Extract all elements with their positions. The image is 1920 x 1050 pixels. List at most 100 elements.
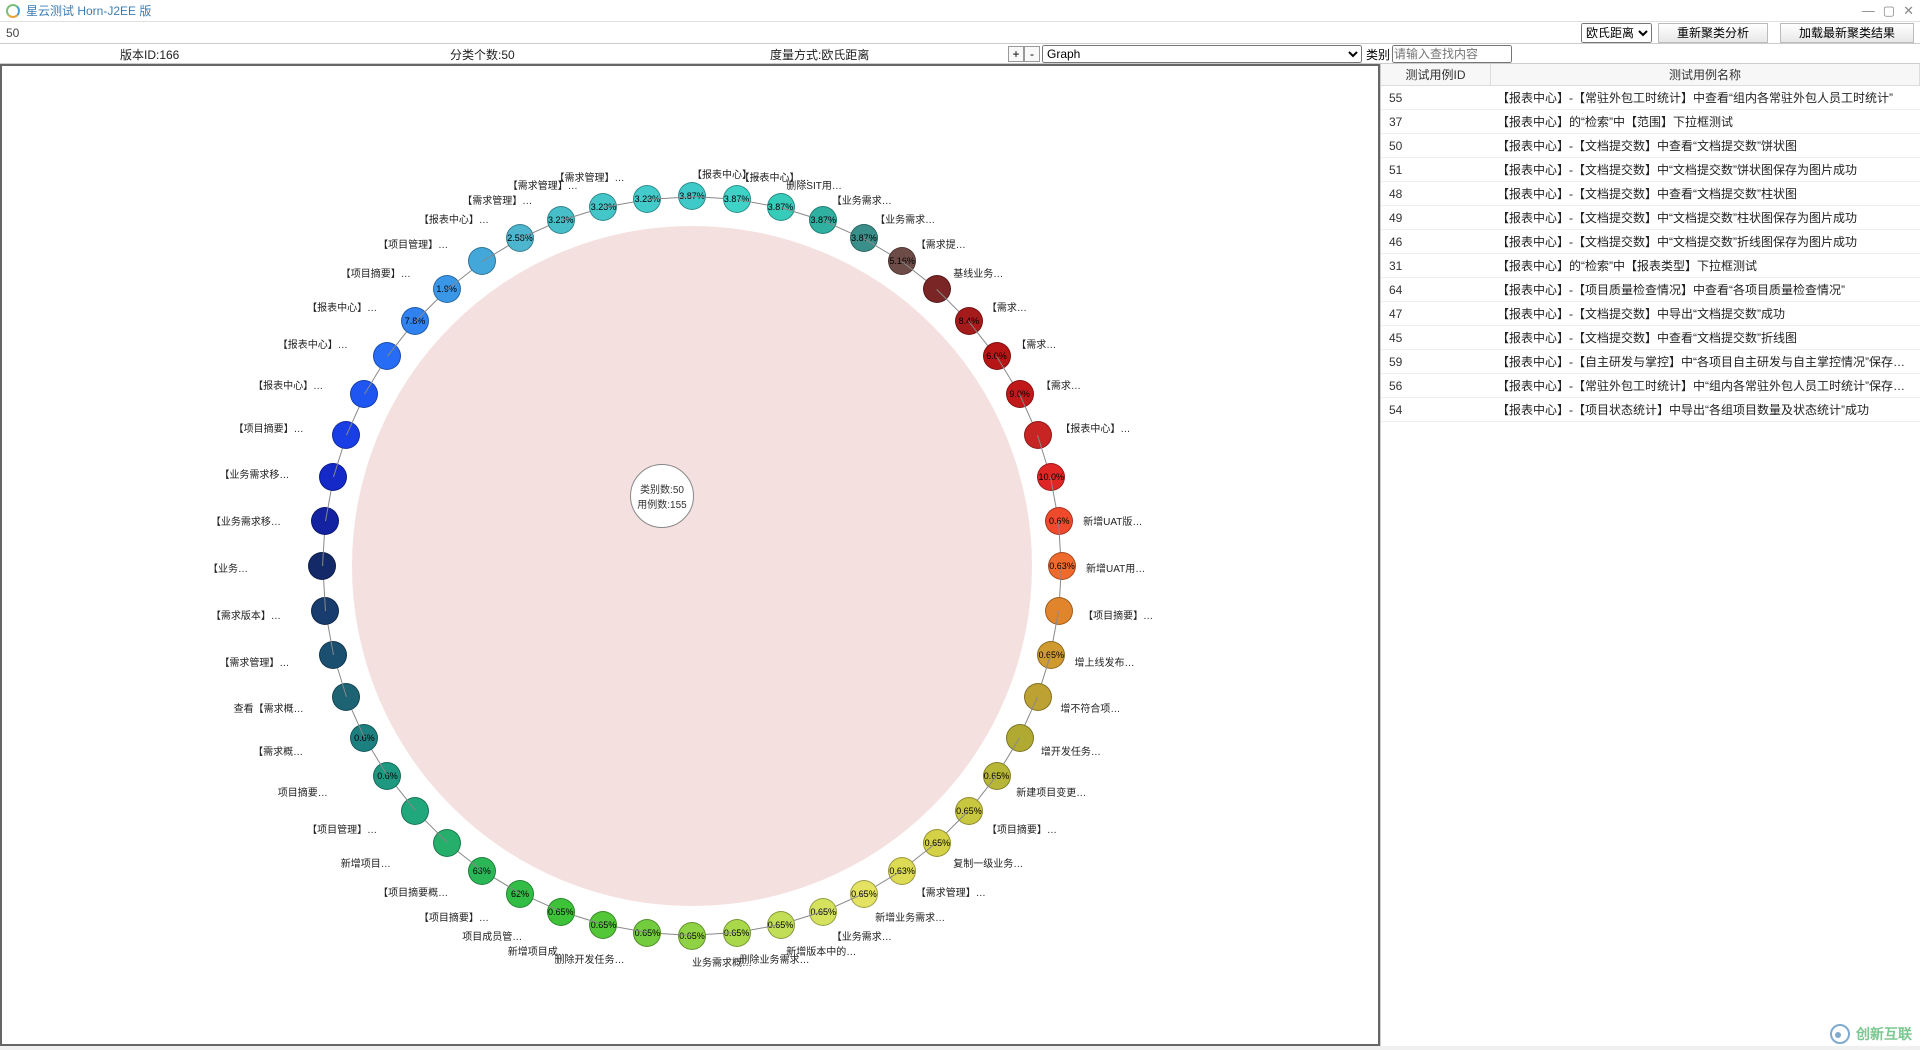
cluster-node-label: 【项目摘要】…	[987, 821, 1057, 836]
info-bar: 版本ID:166 分类个数:50 度量方式:欧氏距离 + - Graph 类别	[0, 44, 1920, 64]
cell-name: 【报表中心】-【文档提交数】中查看“文档提交数”折线图	[1491, 329, 1920, 346]
search-input[interactable]	[1392, 45, 1512, 63]
zoom-in-button[interactable]: +	[1008, 46, 1024, 62]
cell-name: 【报表中心】-【文档提交数】中查看“文档提交数”饼状图	[1491, 137, 1920, 154]
center-classcount: 类别数:50	[640, 481, 684, 496]
cluster-node[interactable]: 0.65%	[1037, 641, 1065, 669]
cluster-node-label: 新增项目…	[341, 855, 391, 870]
cell-name: 【报表中心】的“检索”中【范围】下拉框测试	[1491, 113, 1920, 130]
graph-mode-select[interactable]: Graph	[1042, 45, 1362, 63]
cluster-node-label: 【业务需求…	[832, 192, 892, 207]
cluster-node-label: 【需求管理】…	[916, 884, 986, 899]
table-row[interactable]: 50【报表中心】-【文档提交数】中查看“文档提交数”饼状图	[1381, 134, 1920, 158]
cell-name: 【报表中心】-【文档提交数】中“文档提交数”饼状图保存为图片成功	[1491, 161, 1920, 178]
search-label: 类别	[1366, 46, 1390, 63]
cluster-node[interactable]: 0.6%	[350, 724, 378, 752]
cluster-node[interactable]	[332, 683, 360, 711]
cluster-node[interactable]: 0.63%	[1048, 552, 1076, 580]
cell-id: 51	[1381, 163, 1491, 177]
cell-name: 【报表中心】-【项目质量检查情况】中查看“各项目质量检查情况”	[1491, 281, 1920, 298]
window-minimize-icon[interactable]: —	[1862, 3, 1875, 18]
cluster-node-label: 【项目摘要】…	[234, 420, 304, 435]
window-title: 星云测试 Horn-J2EE 版	[26, 2, 151, 19]
table-row[interactable]: 59【报表中心】-【自主研发与掌控】中“各项目自主研发与自主掌控情况”保存…	[1381, 350, 1920, 374]
cluster-node[interactable]: 0.65%	[678, 922, 706, 950]
cluster-node[interactable]	[1024, 683, 1052, 711]
cluster-node-label: 【需求概…	[253, 743, 303, 758]
window-close-icon[interactable]: ✕	[1903, 3, 1914, 19]
load-latest-button[interactable]: 加载最新聚类结果	[1780, 23, 1914, 43]
cell-name: 【报表中心】-【文档提交数】中查看“文档提交数”柱状图	[1491, 185, 1920, 202]
table-row[interactable]: 64【报表中心】-【项目质量检查情况】中查看“各项目质量检查情况”	[1381, 278, 1920, 302]
cluster-node-label: 【项目管理】…	[307, 821, 377, 836]
cluster-node-label: 【项目摘要概…	[378, 884, 448, 899]
center-summary-bubble: 类别数:50 用例数:155	[630, 464, 694, 528]
cluster-node-label: 【需求…	[987, 299, 1027, 314]
cluster-canvas[interactable]: 类别数:50 用例数:155 3.87%【报表中心】…3.87%【报表中心】…3…	[0, 64, 1380, 1046]
table-row[interactable]: 54【报表中心】-【项目状态统计】中导出“各组项目数量及状态统计”成功	[1381, 398, 1920, 422]
cluster-background-circle	[352, 226, 1032, 906]
table-row[interactable]: 56【报表中心】-【常驻外包工时统计】中“组内各常驻外包人员工时统计”保存…	[1381, 374, 1920, 398]
cluster-node[interactable]: 0.65%	[633, 919, 661, 947]
cluster-node-label: 【项目摘要】…	[1083, 607, 1153, 622]
cluster-node-label: 删除SIT用…	[786, 177, 842, 192]
cluster-node-label: 【需求管理】…	[555, 169, 625, 184]
table-row[interactable]: 55【报表中心】-【常驻外包工时统计】中查看“组内各常驻外包人员工时统计”	[1381, 86, 1920, 110]
cluster-node-label: 新增UAT版…	[1083, 513, 1142, 528]
cluster-node[interactable]: 0.65%	[809, 898, 837, 926]
cluster-node-label: 【项目管理】…	[378, 236, 448, 251]
table-row[interactable]: 31【报表中心】的“检索”中【报表类型】下拉框测试	[1381, 254, 1920, 278]
top-controls: 50 欧氏距离 重新聚类分析 加载最新聚类结果	[0, 22, 1920, 44]
table-row[interactable]: 51【报表中心】-【文档提交数】中“文档提交数”饼状图保存为图片成功	[1381, 158, 1920, 182]
cluster-node[interactable]	[319, 463, 347, 491]
cluster-node-label: 【需求版本】…	[211, 607, 281, 622]
cluster-node-label: 【需求…	[1041, 377, 1081, 392]
sidebar-header: 测试用例ID 测试用例名称	[1381, 64, 1920, 86]
cluster-node-label: 【需求管理】…	[219, 654, 289, 669]
table-row[interactable]: 47【报表中心】-【文档提交数】中导出“文档提交数”成功	[1381, 302, 1920, 326]
cell-id: 64	[1381, 283, 1491, 297]
cluster-node-label: 增开发任务…	[1041, 743, 1101, 758]
cluster-node-label: 【报表中心】…	[278, 336, 348, 351]
cell-id: 49	[1381, 211, 1491, 225]
cluster-node[interactable]: 0.65%	[923, 829, 951, 857]
cell-name: 【报表中心】-【常驻外包工时统计】中查看“组内各常驻外包人员工时统计”	[1491, 89, 1920, 106]
center-casecount: 用例数:155	[637, 496, 686, 511]
cell-id: 37	[1381, 115, 1491, 129]
cluster-node-label: 项目成员管…	[462, 928, 522, 943]
cluster-node[interactable]: 0.65%	[589, 911, 617, 939]
cluster-node-label: 【报表中心】…	[1060, 420, 1130, 435]
cluster-node-label: 【业务…	[208, 560, 248, 575]
cell-name: 【报表中心】-【文档提交数】中导出“文档提交数”成功	[1491, 305, 1920, 322]
table-row[interactable]: 49【报表中心】-【文档提交数】中“文档提交数”柱状图保存为图片成功	[1381, 206, 1920, 230]
cluster-node-label: 【报表中心】…	[307, 299, 377, 314]
version-label: 版本ID:166	[120, 46, 179, 63]
window-maximize-icon[interactable]: ▢	[1883, 3, 1895, 19]
col-header-id[interactable]: 测试用例ID	[1381, 64, 1491, 85]
cluster-node[interactable]: 0.65%	[955, 797, 983, 825]
cluster-node[interactable]	[311, 507, 339, 535]
cluster-node-label: 【业务需求移…	[219, 466, 289, 481]
col-header-name[interactable]: 测试用例名称	[1491, 64, 1920, 85]
cell-name: 【报表中心】-【自主研发与掌控】中“各项目自主研发与自主掌控情况”保存…	[1491, 353, 1920, 370]
cluster-node-label: 【需求…	[1016, 336, 1056, 351]
cluster-node-label: 新增项目成…	[508, 943, 568, 958]
reanalyze-button[interactable]: 重新聚类分析	[1658, 23, 1768, 43]
cell-id: 31	[1381, 259, 1491, 273]
brand-text: 创新互联	[1856, 1024, 1912, 1044]
metric-select[interactable]: 欧氏距离	[1581, 23, 1652, 43]
table-row[interactable]: 37【报表中心】的“检索”中【范围】下拉框测试	[1381, 110, 1920, 134]
zoom-out-button[interactable]: -	[1024, 46, 1040, 62]
titlebar: 星云测试 Horn-J2EE 版 — ▢ ✕	[0, 0, 1920, 22]
cell-name: 【报表中心】-【常驻外包工时统计】中“组内各常驻外包人员工时统计”保存…	[1491, 377, 1920, 394]
table-row[interactable]: 46【报表中心】-【文档提交数】中“文档提交数”折线图保存为图片成功	[1381, 230, 1920, 254]
cell-id: 50	[1381, 139, 1491, 153]
cluster-node[interactable]	[1045, 597, 1073, 625]
cluster-node-label: 增不符合项…	[1060, 700, 1120, 715]
cluster-node-label: 【项目摘要】…	[341, 265, 411, 280]
brand-logo-icon	[1830, 1024, 1850, 1044]
cluster-node-label: 【业务需求移…	[211, 513, 281, 528]
testcase-sidebar: 测试用例ID 测试用例名称 55【报表中心】-【常驻外包工时统计】中查看“组内各…	[1380, 64, 1920, 1046]
table-row[interactable]: 45【报表中心】-【文档提交数】中查看“文档提交数”折线图	[1381, 326, 1920, 350]
table-row[interactable]: 48【报表中心】-【文档提交数】中查看“文档提交数”柱状图	[1381, 182, 1920, 206]
